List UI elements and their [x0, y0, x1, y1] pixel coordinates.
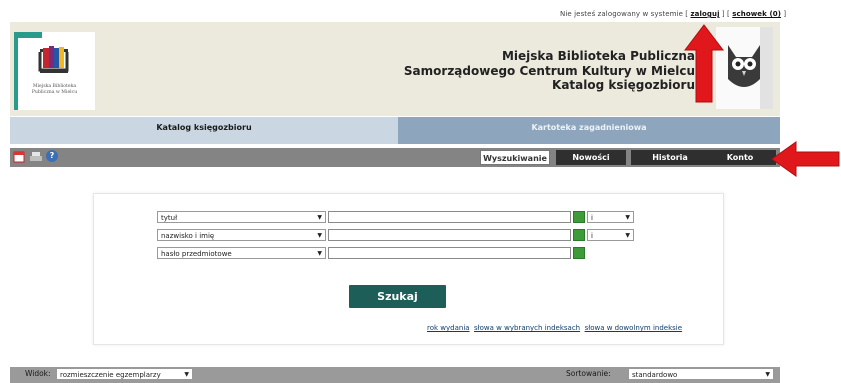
tab-history[interactable]: Historia — [631, 150, 709, 165]
library-title: Miejska Biblioteka Publiczna Samorządowe… — [404, 49, 695, 93]
tab-search[interactable]: Wyszukiwanie — [480, 150, 550, 165]
field-select-2-value: nazwisko i imię — [161, 232, 215, 240]
sort-select-value: standardowo — [632, 371, 678, 379]
chevron-down-icon: ▼ — [625, 232, 630, 239]
books-logo-icon — [14, 32, 69, 110]
owl-icon — [728, 27, 773, 109]
tab-catalog[interactable]: Katalog księgozbioru — [10, 117, 398, 144]
search-button[interactable]: Szukaj — [349, 285, 446, 308]
status-middle: ] [ — [721, 10, 730, 18]
link-publication-year[interactable]: rok wydania — [427, 324, 470, 332]
chevron-down-icon: ▼ — [317, 250, 322, 257]
owl-emblem — [716, 27, 773, 109]
new-window-icon[interactable] — [13, 150, 26, 163]
login-status: Nie jesteś zalogowany w systemie [ zalog… — [560, 10, 786, 18]
chevron-down-icon: ▼ — [765, 371, 770, 378]
index-browse-icon[interactable] — [573, 247, 585, 259]
operator-select-2[interactable]: i ▼ — [587, 229, 634, 241]
operator-select-1-value: i — [591, 214, 593, 222]
search-links: rok wydania słowa w wybranych indeksach … — [427, 324, 682, 332]
index-browse-icon[interactable] — [573, 229, 585, 241]
field-select-2[interactable]: nazwisko i imię ▼ — [157, 229, 326, 241]
view-label: Widok: — [25, 369, 51, 378]
chevron-down-icon: ▼ — [317, 214, 322, 221]
search-input-1[interactable] — [328, 211, 571, 223]
operator-select-2-value: i — [591, 232, 593, 240]
title-line1: Miejska Biblioteka Publiczna — [501, 49, 695, 63]
title-line2: Samorządowego Centrum Kultury w Mielcu — [403, 63, 695, 78]
search-input-3[interactable] — [328, 247, 571, 259]
search-input-2[interactable] — [328, 229, 571, 241]
link-words-any-index[interactable]: słowa w dowolnym indeksie — [585, 324, 683, 332]
link-words-selected-indexes[interactable]: słowa w wybranych indeksach — [474, 324, 580, 332]
chevron-down-icon: ▼ — [317, 232, 322, 239]
field-select-3-value: hasło przedmiotowe — [161, 250, 232, 258]
view-select-value: rozmieszczenie egzemplarzy — [60, 371, 161, 379]
logo-caption-line2: Publiczna w Mielcu — [31, 90, 78, 95]
index-browse-icon[interactable] — [573, 211, 585, 223]
status-suffix: ] — [783, 10, 787, 18]
status-prefix: Nie jesteś zalogowany w systemie [ — [560, 10, 689, 18]
logo-caption: Miejska Biblioteka Publiczna w Mielcu — [14, 84, 95, 96]
field-select-3[interactable]: hasło przedmiotowe ▼ — [157, 247, 326, 259]
chevron-down-icon: ▼ — [625, 214, 630, 221]
red-arrow-left-icon — [771, 141, 840, 177]
print-icon[interactable] — [29, 150, 43, 163]
library-logo[interactable]: Miejska Biblioteka Publiczna w Mielcu — [14, 32, 95, 110]
login-link[interactable]: zaloguj — [690, 10, 719, 18]
sort-select[interactable]: standardowo ▼ — [628, 368, 774, 380]
view-select[interactable]: rozmieszczenie egzemplarzy ▼ — [56, 368, 193, 380]
tab-account[interactable]: Konto — [704, 150, 776, 165]
help-icon[interactable]: ? — [46, 150, 58, 162]
cart-link[interactable]: schowek (0) — [732, 10, 781, 18]
tab-subject-file[interactable]: Kartoteka zagadnieniowa — [398, 117, 780, 144]
field-select-1-value: tytuł — [161, 214, 178, 222]
field-select-1[interactable]: tytuł ▼ — [157, 211, 326, 223]
toolbar: ? Wyszukiwanie Nowości Historia Konto — [10, 148, 780, 167]
chevron-down-icon: ▼ — [184, 371, 189, 378]
title-line3: Katalog księgozbioru — [552, 78, 695, 92]
tab-new-items[interactable]: Nowości — [556, 150, 626, 165]
operator-select-1[interactable]: i ▼ — [587, 211, 634, 223]
sort-label: Sortowanie: — [566, 369, 611, 378]
